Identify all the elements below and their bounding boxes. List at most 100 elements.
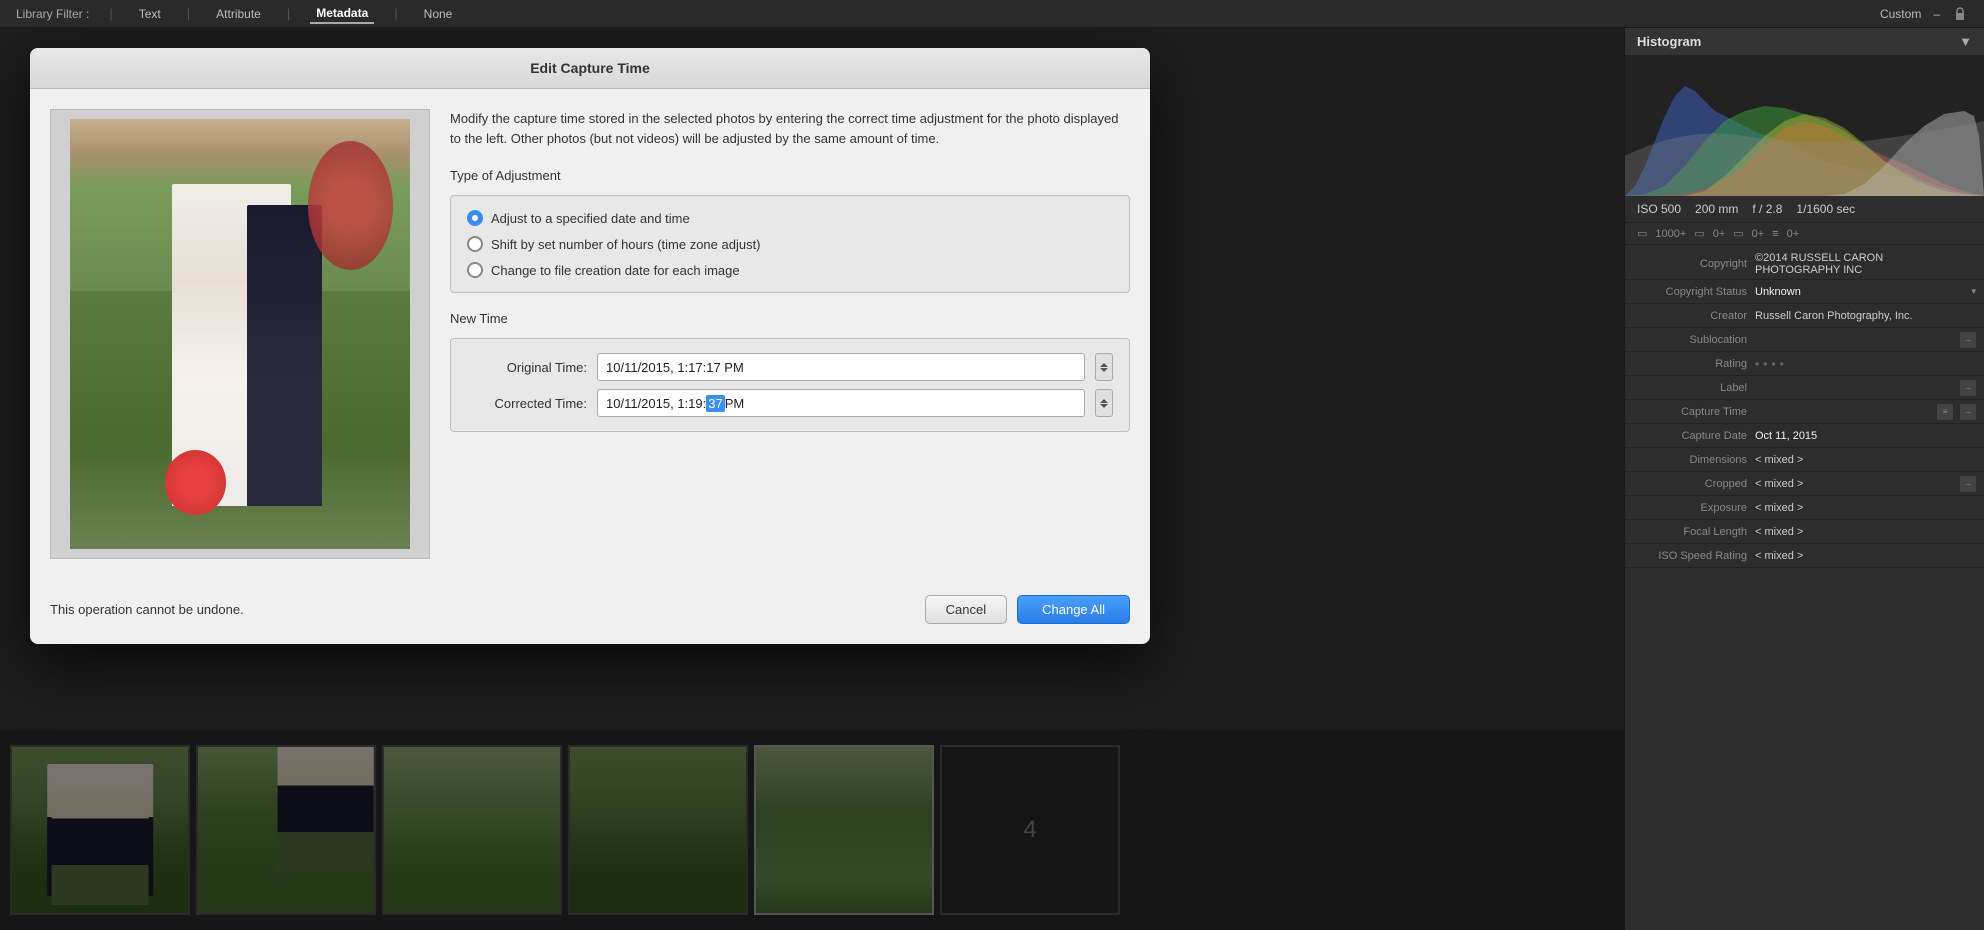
capture-time-arrow[interactable]: → [1960,404,1976,420]
exposure-row: Exposure < mixed > [1625,496,1984,520]
capture-time-label: Capture Time [1625,406,1755,418]
dialog-body: Modify the capture time stored in the se… [30,89,1150,579]
original-time-input[interactable]: 10/11/2015, 1:17:17 PM [597,353,1085,381]
new-time-section-title: New Time [450,311,1130,326]
metadata-section: Copyright ©2014 RUSSELL CARON PHOTOGRAPH… [1625,245,1984,930]
iso-speed-label: ISO Speed Rating [1625,550,1755,562]
rating-label: Rating [1625,358,1755,370]
corrected-time-label: Corrected Time: [467,396,587,411]
count-1: 1000+ [1655,228,1686,240]
original-time-value: 10/11/2015, 1:17:17 PM [606,360,744,375]
main-layout: 4 Edit Capture Time [0,28,1984,930]
top-bar: Library Filter : | Text | Attribute | Me… [0,0,1984,28]
adjustment-section-title: Type of Adjustment [450,168,1130,183]
corrected-spinner-up-icon[interactable] [1100,399,1108,403]
radio-row-1[interactable]: Adjust to a specified date and time [467,210,1113,226]
label-arrow[interactable]: → [1960,380,1976,396]
dimensions-label: Dimensions [1625,454,1755,466]
corrected-time-spinner[interactable] [1095,389,1113,417]
star-3[interactable]: • [1771,357,1775,371]
lock-icon [1952,6,1968,22]
iso-value: ISO 500 [1637,202,1681,216]
new-time-box: Original Time: 10/11/2015, 1:17:17 PM Co… [450,338,1130,432]
capture-time-row: Capture Time ≡ → [1625,400,1984,424]
star-2[interactable]: • [1763,357,1767,371]
tab-text[interactable]: Text [133,5,167,23]
shutter-value: 1/1600 sec [1796,202,1855,216]
corrected-spinner-down-icon[interactable] [1100,404,1108,408]
adjustment-box: Adjust to a specified date and time Shif… [450,195,1130,293]
cropped-value: < mixed > [1755,478,1956,490]
count-icon-4: ≡ [1772,228,1778,240]
exposure-label: Exposure [1625,502,1755,514]
histogram-area [1625,56,1984,196]
camera-info: ISO 500 200 mm f / 2.8 1/1600 sec [1625,196,1984,223]
radio-row-2[interactable]: Shift by set number of hours (time zone … [467,236,1113,252]
radio-row-3[interactable]: Change to file creation date for each im… [467,262,1113,278]
radio-shift-hours[interactable] [467,236,483,252]
dropdown-icon[interactable]: ▾ [1971,286,1976,297]
tab-metadata[interactable]: Metadata [310,4,374,24]
count-2: 0+ [1713,228,1726,240]
change-all-button[interactable]: Change All [1017,595,1130,624]
dimensions-row: Dimensions < mixed > [1625,448,1984,472]
corrected-time-input[interactable]: 10/11/2015, 1:19:37 PM [597,389,1085,417]
corrected-time-suffix: PM [725,396,745,411]
sublocation-arrow[interactable]: → [1960,332,1976,348]
count-3: 0+ [1752,228,1765,240]
original-time-label: Original Time: [467,360,587,375]
monitor-icon: ▭ [1637,227,1647,240]
exposure-value: < mixed > [1755,502,1976,514]
focal-length-row: Focal Length < mixed > [1625,520,1984,544]
radio-label-3: Change to file creation date for each im… [491,263,740,278]
histogram-title: Histogram [1637,34,1701,49]
dialog-photo-preview [50,109,430,559]
copyright-status-row: Copyright Status Unknown ▾ [1625,280,1984,304]
label-label: Label [1625,382,1755,394]
cropped-row: Cropped < mixed > → [1625,472,1984,496]
dialog-title: Edit Capture Time [30,48,1150,89]
iso-row: ISO Speed Rating < mixed > [1625,544,1984,568]
center-area: 4 Edit Capture Time [0,28,1624,930]
creator-label: Creator [1625,310,1755,322]
corrected-time-highlight: 37 [706,395,724,412]
focal-length-value: 200 mm [1695,202,1738,216]
dialog-right-content: Modify the capture time stored in the se… [450,109,1130,559]
iso-speed-value: < mixed > [1755,550,1976,562]
creator-row: Creator Russell Caron Photography, Inc. [1625,304,1984,328]
spinner-down-icon[interactable] [1100,368,1108,372]
radio-adjust-date[interactable] [467,210,483,226]
capture-date-label: Capture Date [1625,430,1755,442]
footer-buttons: Cancel Change All [925,595,1130,624]
tab-none[interactable]: None [418,5,459,23]
cropped-label: Cropped [1625,478,1755,490]
rating-stars[interactable]: • • • • [1755,357,1784,371]
rating-row: Rating • • • • [1625,352,1984,376]
star-1[interactable]: • [1755,357,1759,371]
histogram-svg [1625,56,1984,196]
original-time-spinner[interactable] [1095,353,1113,381]
copyright-row: Copyright ©2014 RUSSELL CARON PHOTOGRAPH… [1625,249,1984,280]
spinner-up-icon[interactable] [1100,363,1108,367]
corrected-time-prefix: 10/11/2015, 1:19: [606,396,706,411]
cancel-button[interactable]: Cancel [925,595,1007,624]
dialog-description: Modify the capture time stored in the se… [450,109,1130,148]
capture-time-icon[interactable]: ≡ [1937,404,1953,420]
histogram-chevron[interactable]: ▼ [1959,34,1972,49]
right-panel: Histogram ▼ ISO [1624,28,1984,930]
cropped-arrow[interactable]: → [1960,476,1976,492]
count-icon-3: ▭ [1733,227,1743,240]
radio-label-1: Adjust to a specified date and time [491,211,690,226]
star-4[interactable]: • [1780,357,1784,371]
dash-icon: – [1933,7,1940,21]
tab-attribute[interactable]: Attribute [210,5,267,23]
radio-file-creation[interactable] [467,262,483,278]
count-4: 0+ [1787,228,1800,240]
capture-date-row: Capture Date Oct 11, 2015 [1625,424,1984,448]
focal-length-label: Focal Length [1625,526,1755,538]
copyright-status-value: Unknown [1755,286,1967,298]
copyright-label: Copyright [1625,258,1755,270]
creator-value: Russell Caron Photography, Inc. [1755,310,1976,322]
aperture-value: f / 2.8 [1752,202,1782,216]
dialog-footer: This operation cannot be undone. Cancel … [30,579,1150,644]
